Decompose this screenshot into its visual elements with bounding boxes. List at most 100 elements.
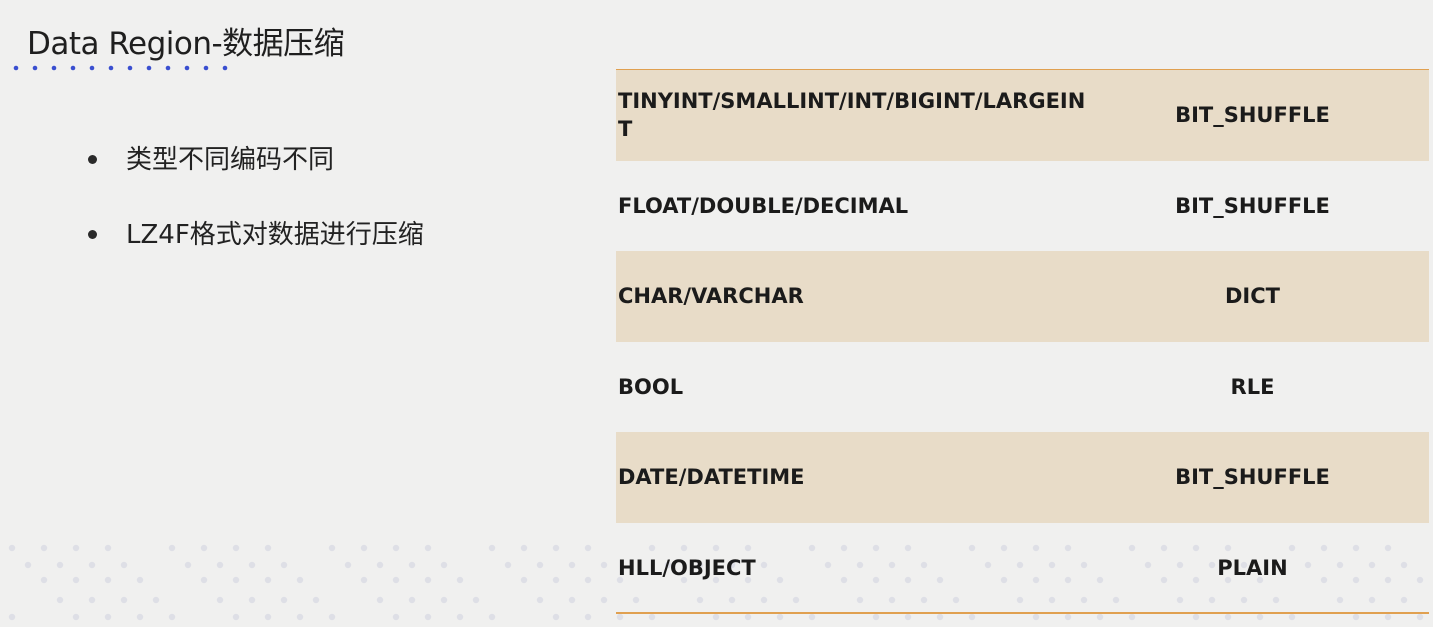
title-dot [203,65,209,71]
decor-dot [424,576,432,584]
decor-dot [1192,613,1200,621]
table-row: TINYINT/SMALLINT/INT/BIGINT/LARGEINT BIT… [616,70,1429,161]
title-dot [146,65,152,71]
decor-dot [712,613,720,621]
decor-dot [136,613,144,621]
table-row: BOOL RLE [616,342,1429,433]
bullet-text: LZ4F格式对数据进行压缩 [126,220,424,250]
decor-dot [24,561,32,569]
bullet-item: 类型不同编码不同 [88,140,424,180]
decor-dot [8,613,16,621]
decor-dot [1384,613,1392,621]
decor-dot [360,576,368,584]
type-encoding-table: TINYINT/SMALLINT/INT/BIGINT/LARGEINT BIT… [616,70,1429,613]
table-row: DATE/DATETIME BIT_SHUFFLE [616,432,1429,523]
encoding-cell: RLE [1230,374,1275,399]
decor-dot [552,613,560,621]
decor-dot [184,561,192,569]
table-bottom-rule [616,612,1429,614]
decor-dot [120,596,128,604]
decor-dot [456,576,464,584]
decor-dot [264,544,272,552]
decor-dot [264,613,272,621]
decor-dot [200,544,208,552]
decor-dot [536,561,544,569]
decor-dot [648,613,656,621]
decor-dot [296,576,304,584]
bullet-icon [88,230,97,239]
decor-dot [280,596,288,604]
decor-dot [152,596,160,604]
decor-dot [392,576,400,584]
slide-title: Data Region-数据压缩 [27,26,345,62]
title-underline-dots [13,65,228,71]
decor-dot [1288,613,1296,621]
decor-dot [1032,613,1040,621]
title-dot [13,65,19,71]
data-type-cell: FLOAT/DOUBLE/DECIMAL [618,193,909,218]
decor-dot [520,576,528,584]
data-type-cell: TINYINT/SMALLINT/INT/BIGINT/LARGEINT [616,70,1094,161]
bullet-text: 类型不同编码不同 [126,145,335,175]
decor-dot [376,561,384,569]
decor-dot [8,544,16,552]
decor-dot [104,544,112,552]
decor-dot [568,596,576,604]
encoding-cell: BIT_SHUFFLE [1094,70,1429,161]
bullet-icon [88,155,97,164]
decor-dot [344,561,352,569]
decor-dot [520,544,528,552]
decor-dot [216,561,224,569]
decor-dot [232,576,240,584]
encoding-cell: DICT [1094,251,1429,342]
decor-dot [744,613,752,621]
decor-dot [440,561,448,569]
decor-dot [456,613,464,621]
decor-dot [504,561,512,569]
slide: Data Region-数据压缩 类型不同编码不同 LZ4F格式对数据进行压缩 … [0,0,1433,627]
decor-dot [776,613,784,621]
title-dot [222,65,228,71]
decor-dot [600,596,608,604]
decor-dot [552,576,560,584]
decor-dot [536,596,544,604]
decor-dot [56,561,64,569]
decor-dot [600,561,608,569]
bullet-item: LZ4F格式对数据进行压缩 [88,215,424,255]
decor-dot [424,544,432,552]
data-type-cell: BOOL [618,374,684,399]
decor-dot [392,613,400,621]
decor-dot [72,544,80,552]
decor-dot [328,544,336,552]
decor-dot [72,576,80,584]
decor-dot [904,613,912,621]
data-type-cell: CHAR/VARCHAR [616,251,1094,342]
decor-dot [472,596,480,604]
decor-dot [328,613,336,621]
decor-dot [488,544,496,552]
decor-dot [1256,613,1264,621]
decor-dot [136,576,144,584]
decor-dot [1224,613,1232,621]
decor-dot [584,544,592,552]
decor-dot [232,544,240,552]
decor-dot [120,561,128,569]
decor-dot [56,596,64,604]
decor-dot [168,613,176,621]
decor-dot [616,613,624,621]
decor-dot [488,613,496,621]
decor-dot [424,613,432,621]
decor-dot [232,613,240,621]
decor-dot [104,613,112,621]
table-row: HLL/OBJECT PLAIN [616,523,1429,614]
decor-dot [408,596,416,604]
decor-dot [1352,613,1360,621]
decor-dot [104,576,112,584]
title-dot [70,65,76,71]
decor-dot [1096,613,1104,621]
table-row: FLOAT/DOUBLE/DECIMAL BIT_SHUFFLE [616,161,1429,252]
decor-dot [312,596,320,604]
decor-dot [216,596,224,604]
decor-dot [392,544,400,552]
decor-dot [248,596,256,604]
